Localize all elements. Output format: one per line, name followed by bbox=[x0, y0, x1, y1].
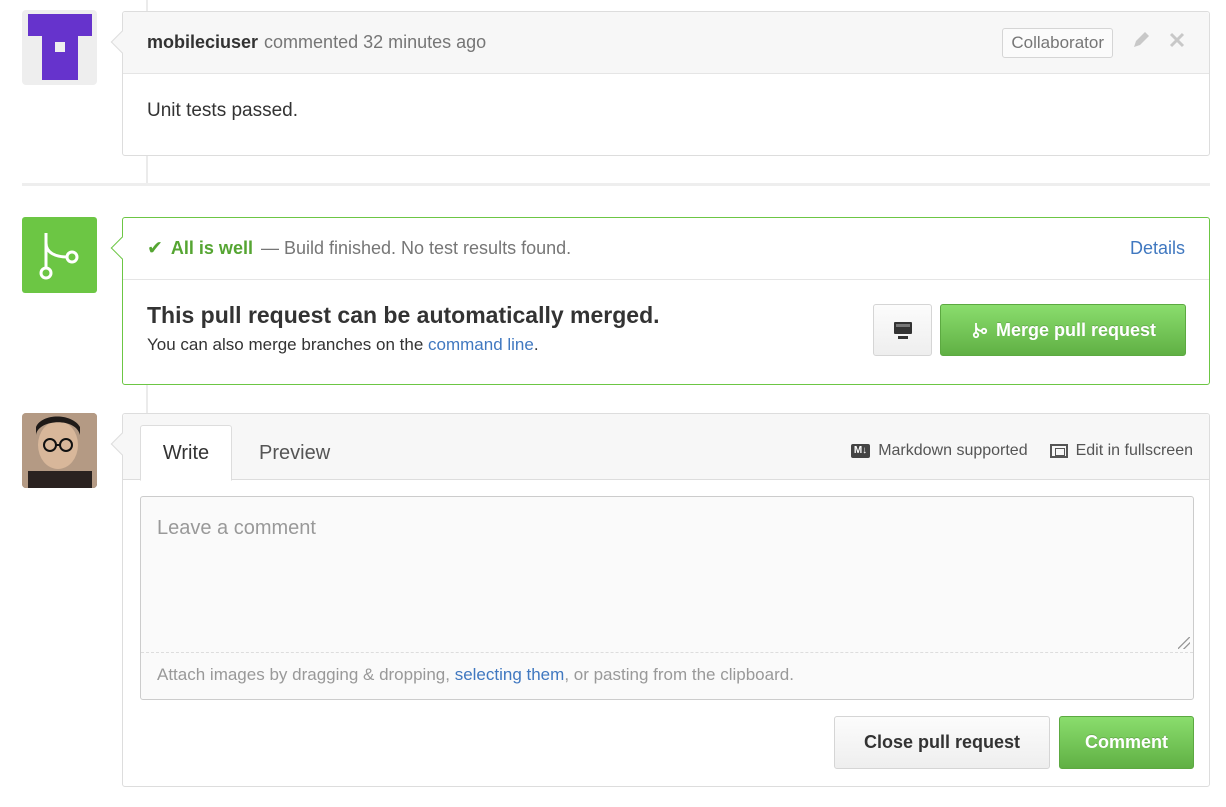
composer-toolbar: M↓ Markdown supported Edit in fullscreen bbox=[850, 442, 1193, 460]
merge-button-label: Merge pull request bbox=[995, 319, 1157, 340]
build-status-label: All is well bbox=[170, 238, 253, 258]
comment-textarea[interactable] bbox=[141, 497, 1193, 653]
git-merge-icon bbox=[39, 233, 79, 280]
merge-status-avatar bbox=[22, 217, 97, 293]
comment-timestamp: commented 32 minutes ago bbox=[264, 32, 487, 52]
comment-header: mobileciuser commented 32 minutes ago Co… bbox=[123, 12, 1209, 74]
merge-subtitle-text: You can also merge branches on the bbox=[147, 335, 429, 354]
close-pull-request-button[interactable]: Close pull request bbox=[834, 716, 1050, 769]
select-files-link[interactable]: selecting them bbox=[455, 665, 565, 684]
user-avatar[interactable] bbox=[22, 413, 97, 488]
markdown-supported-label: Markdown supported bbox=[878, 442, 1028, 459]
attach-hint-suffix: , or pasting from the clipboard. bbox=[564, 665, 794, 684]
desktop-icon bbox=[893, 322, 912, 339]
markdown-icon: M↓ bbox=[850, 444, 871, 458]
check-icon: ✔ bbox=[147, 238, 163, 259]
pencil-icon[interactable] bbox=[1131, 30, 1151, 56]
bot-avatar[interactable] bbox=[22, 10, 97, 85]
details-link[interactable]: Details bbox=[1130, 238, 1185, 259]
git-merge-icon bbox=[972, 323, 988, 339]
fullscreen-link[interactable]: Edit in fullscreen bbox=[1049, 442, 1193, 460]
comment-textarea-wrapper: Attach images by dragging & dropping, se… bbox=[140, 496, 1194, 700]
build-status-row: ✔ All is well — Build finished. No test … bbox=[123, 218, 1209, 280]
comment-author-link[interactable]: mobileciuser bbox=[147, 32, 258, 53]
timeline-line bbox=[146, 156, 148, 183]
comment-button[interactable]: Comment bbox=[1059, 716, 1194, 769]
open-in-desktop-button[interactable] bbox=[873, 304, 932, 356]
comment-body: Unit tests passed. bbox=[147, 100, 299, 121]
timeline-comment: mobileciuser commented 32 minutes ago Co… bbox=[110, 11, 1210, 156]
tab-write[interactable]: Write bbox=[140, 425, 232, 481]
collaborator-badge: Collaborator bbox=[1002, 27, 1113, 58]
fullscreen-icon bbox=[1049, 444, 1068, 458]
composer-tab-strip: Write Preview M↓ Markdown supported Edit… bbox=[123, 414, 1209, 481]
close-icon[interactable] bbox=[1169, 32, 1185, 54]
command-line-link[interactable]: command line bbox=[428, 335, 534, 354]
identicon-icon bbox=[28, 14, 92, 80]
tab-preview[interactable]: Preview bbox=[241, 425, 348, 481]
resize-handle[interactable] bbox=[1178, 637, 1190, 649]
user-photo bbox=[22, 413, 97, 488]
merge-pull-request-button[interactable]: Merge pull request bbox=[940, 304, 1186, 356]
markdown-supported-link[interactable]: M↓ Markdown supported bbox=[850, 442, 1028, 460]
merge-subtitle-suffix: . bbox=[533, 335, 539, 354]
build-status-text: — Build finished. No test results found. bbox=[260, 238, 572, 258]
comment-composer: Write Preview M↓ Markdown supported Edit… bbox=[110, 413, 1210, 787]
fullscreen-label: Edit in fullscreen bbox=[1075, 442, 1193, 459]
merge-box: ✔ All is well — Build finished. No test … bbox=[110, 217, 1210, 385]
timeline-line bbox=[146, 385, 148, 413]
attach-images-hint: Attach images by dragging & dropping, se… bbox=[141, 653, 1193, 699]
timeline-separator bbox=[22, 183, 1210, 186]
attach-hint-text: Attach images by dragging & dropping, bbox=[157, 665, 455, 684]
